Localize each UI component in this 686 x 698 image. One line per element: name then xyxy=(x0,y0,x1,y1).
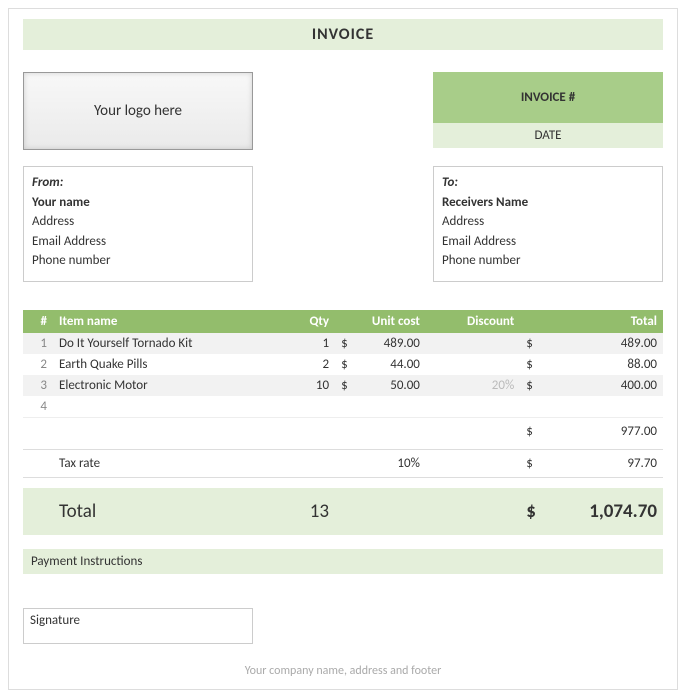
grand-value: 1,074.70 xyxy=(536,488,663,535)
cell-discount: 20% xyxy=(426,375,520,396)
cell-discount xyxy=(426,354,520,375)
cell-name: Do It Yourself Tornado Kit xyxy=(53,333,285,354)
cell-idx: 2 xyxy=(23,354,53,375)
col-item: Item name xyxy=(53,310,285,333)
invoice-date-label: DATE xyxy=(433,123,663,148)
to-email: Email Address xyxy=(442,232,654,252)
to-phone: Phone number xyxy=(442,251,654,271)
table-row: 3 Electronic Motor 10 $ 50.00 20% $ 400.… xyxy=(23,375,663,396)
cell-idx: 4 xyxy=(23,396,53,418)
from-box: From: Your name Address Email Address Ph… xyxy=(23,166,253,282)
address-row: From: Your name Address Email Address Ph… xyxy=(23,166,663,282)
from-phone: Phone number xyxy=(32,251,244,271)
cell-discount xyxy=(426,396,520,418)
tax-cur: $ xyxy=(520,450,536,478)
items-table: # Item name Qty Unit cost Discount Total… xyxy=(23,310,663,535)
cell-name: Earth Quake Pills xyxy=(53,354,285,375)
signature-box: Signature xyxy=(23,608,253,644)
col-total: Total xyxy=(520,310,663,333)
tax-row: Tax rate 10% $ 97.70 xyxy=(23,450,663,478)
table-row: 2 Earth Quake Pills 2 $ 44.00 $ 88.00 xyxy=(23,354,663,375)
cell-tcur: $ xyxy=(520,375,536,396)
table-row: 4 xyxy=(23,396,663,418)
tax-label: Tax rate xyxy=(53,450,285,478)
cell-tcur xyxy=(520,396,536,418)
col-unit: Unit cost xyxy=(335,310,426,333)
to-address: Address xyxy=(442,212,654,232)
cell-tcur: $ xyxy=(520,354,536,375)
from-address: Address xyxy=(32,212,244,232)
cell-name: Electronic Motor xyxy=(53,375,285,396)
cell-unit: 50.00 xyxy=(349,375,426,396)
subtotal-value: 977.00 xyxy=(536,417,663,442)
table-header-row: # Item name Qty Unit cost Discount Total xyxy=(23,310,663,333)
to-name: Receivers Name xyxy=(442,193,654,213)
cell-unit xyxy=(349,396,426,418)
grand-total-row: Total 13 $ 1,074.70 xyxy=(23,488,663,535)
cell-cur: $ xyxy=(335,333,349,354)
cell-qty: 10 xyxy=(285,375,335,396)
col-discount: Discount xyxy=(426,310,520,333)
grand-label: Total xyxy=(53,488,285,535)
tax-value: 97.70 xyxy=(536,450,663,478)
cell-qty: 2 xyxy=(285,354,335,375)
from-email: Email Address xyxy=(32,232,244,252)
cell-idx: 1 xyxy=(23,333,53,354)
invoice-page: INVOICE Your logo here INVOICE # DATE Fr… xyxy=(8,8,678,690)
footer-text: Your company name, address and footer xyxy=(23,664,663,678)
from-name: Your name xyxy=(32,193,244,213)
invoice-meta: INVOICE # DATE xyxy=(433,72,663,150)
cell-total: 489.00 xyxy=(536,333,663,354)
cell-discount xyxy=(426,333,520,354)
grand-qty: 13 xyxy=(285,488,335,535)
cell-qty xyxy=(285,396,335,418)
cell-idx: 3 xyxy=(23,375,53,396)
col-qty: Qty xyxy=(285,310,335,333)
header-row: Your logo here INVOICE # DATE xyxy=(23,72,663,150)
to-box: To: Receivers Name Address Email Address… xyxy=(433,166,663,282)
logo-placeholder: Your logo here xyxy=(23,72,253,150)
cell-total xyxy=(536,396,663,418)
col-idx: # xyxy=(23,310,53,333)
subtotal-row: $ 977.00 xyxy=(23,417,663,442)
table-row: 1 Do It Yourself Tornado Kit 1 $ 489.00 … xyxy=(23,333,663,354)
cell-total: 400.00 xyxy=(536,375,663,396)
cell-cur: $ xyxy=(335,354,349,375)
cell-cur: $ xyxy=(335,375,349,396)
from-heading: From: xyxy=(32,173,244,193)
cell-unit: 489.00 xyxy=(349,333,426,354)
page-title: INVOICE xyxy=(23,19,663,50)
subtotal-cur: $ xyxy=(520,417,536,442)
to-heading: To: xyxy=(442,173,654,193)
cell-name xyxy=(53,396,285,418)
cell-cur xyxy=(335,396,349,418)
cell-total: 88.00 xyxy=(536,354,663,375)
cell-qty: 1 xyxy=(285,333,335,354)
tax-rate: 10% xyxy=(349,450,426,478)
payment-instructions-label: Payment Instructions xyxy=(23,549,663,574)
invoice-number-label: INVOICE # xyxy=(433,72,663,123)
cell-tcur: $ xyxy=(520,333,536,354)
grand-cur: $ xyxy=(520,488,536,535)
cell-unit: 44.00 xyxy=(349,354,426,375)
